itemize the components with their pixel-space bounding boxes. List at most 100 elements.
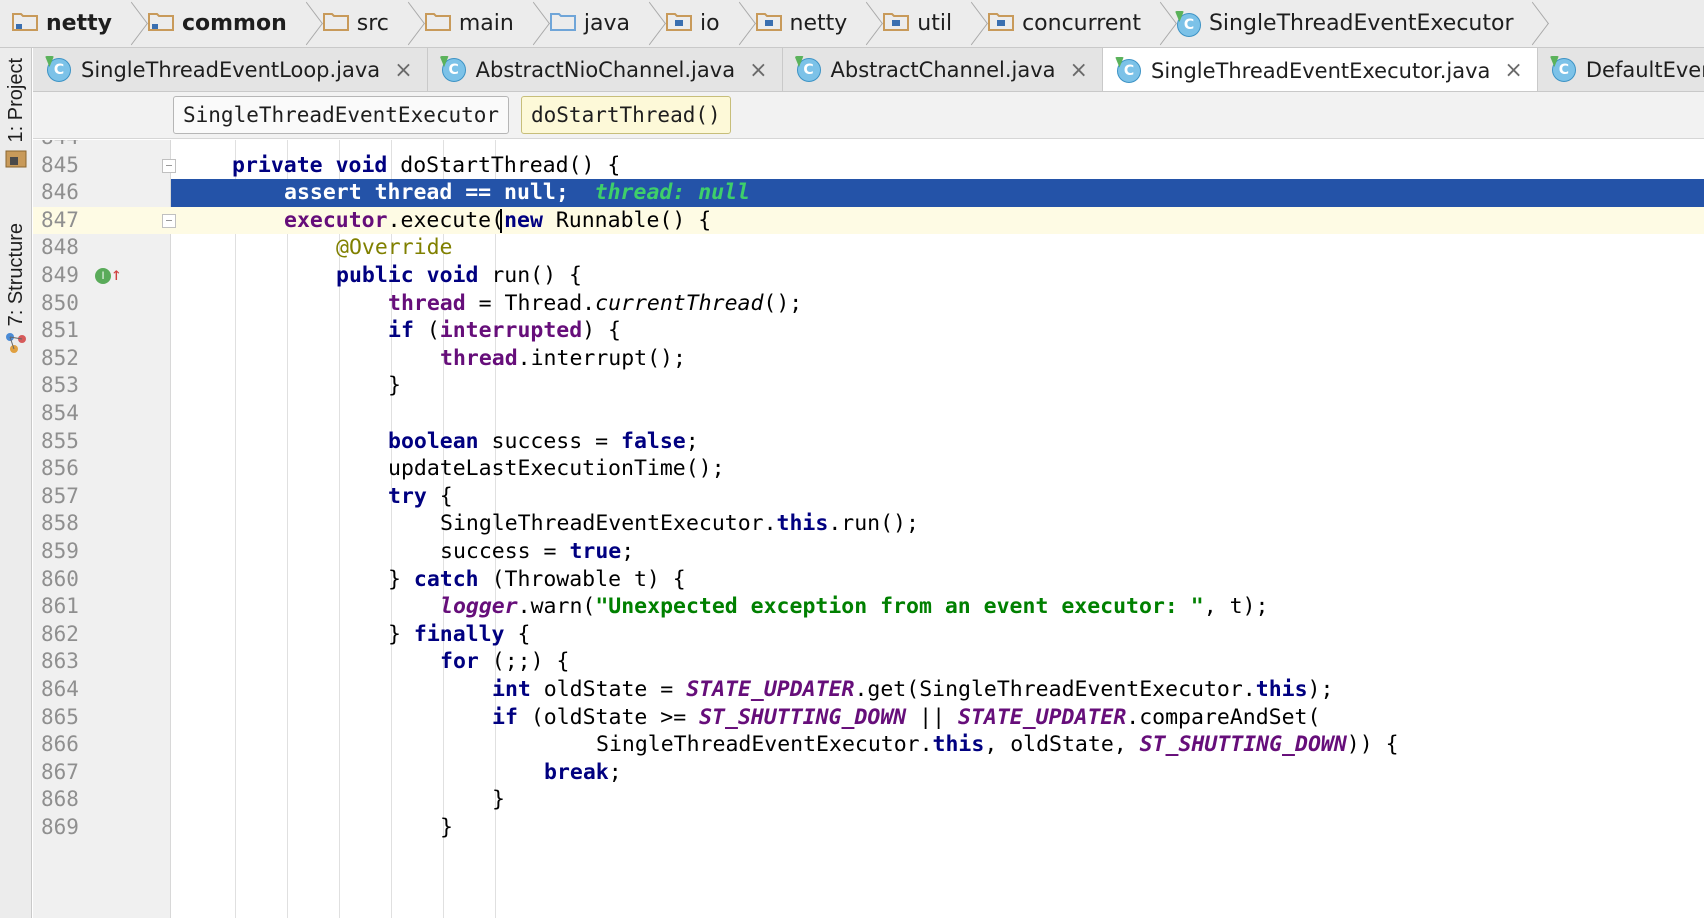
tab-label: DefaultEventExecutor.java bbox=[1585, 58, 1704, 82]
code-token: void bbox=[335, 152, 388, 178]
code-editor[interactable]: 844 845 private void doStartThread() {846… bbox=[33, 140, 1704, 918]
code-line[interactable]: 863 for (;;) { bbox=[33, 648, 1704, 676]
code-line[interactable]: 857 try { bbox=[33, 483, 1704, 511]
code-token: executor bbox=[284, 207, 388, 233]
breadcrumb-item-concurrent[interactable]: concurrent bbox=[976, 0, 1151, 47]
fold-toggle-icon[interactable] bbox=[162, 158, 176, 173]
code-token: } bbox=[492, 787, 505, 813]
code-line[interactable]: 855 boolean success = false; bbox=[33, 428, 1704, 456]
line-number: 861 bbox=[41, 594, 79, 619]
code-token: boolean bbox=[388, 428, 479, 454]
code-line[interactable]: 850 thread = Thread.currentThread(); bbox=[33, 290, 1704, 318]
line-number: 845 bbox=[41, 152, 79, 177]
code-token: Runnable() { bbox=[542, 207, 712, 233]
editor-tab[interactable]: CDefaultEventExecutor.java× bbox=[1538, 48, 1704, 91]
breadcrumb-item-src[interactable]: src bbox=[311, 0, 399, 47]
left-tool-strip: 1: Project 7: Structure bbox=[0, 48, 32, 918]
editor-tab[interactable]: C AbstractChannel.java × bbox=[783, 48, 1103, 91]
source-folder-icon bbox=[549, 11, 576, 37]
breadcrumb-item-common[interactable]: common bbox=[136, 0, 297, 47]
close-tab-icon[interactable]: × bbox=[1070, 58, 1088, 83]
code-line[interactable]: 847 executor.execute(new Runnable() { bbox=[33, 206, 1704, 235]
code-text: assert thread == null; thread: null bbox=[284, 179, 750, 207]
code-text: for (;;) { bbox=[440, 648, 569, 676]
code-line[interactable]: 867 break; bbox=[33, 759, 1704, 787]
code-text: success = true; bbox=[440, 538, 634, 566]
code-token: public bbox=[336, 263, 414, 288]
fold-toggle-icon[interactable] bbox=[162, 213, 176, 228]
breadcrumb-item-netty[interactable]: netty bbox=[744, 0, 858, 47]
breadcrumb-item-util[interactable]: util bbox=[871, 0, 962, 47]
code-line[interactable]: 869} bbox=[33, 814, 1704, 842]
code-line[interactable]: 845 private void doStartThread() { bbox=[33, 152, 1704, 180]
code-line[interactable]: 852 thread.interrupt(); bbox=[33, 345, 1704, 373]
breadcrumb-separator bbox=[730, 0, 744, 47]
code-token: thread bbox=[440, 345, 518, 371]
nav-class-name[interactable]: SingleThreadEventExecutor bbox=[173, 96, 510, 134]
close-tab-icon[interactable]: × bbox=[749, 58, 767, 83]
code-line[interactable]: 860} catch (Throwable t) { bbox=[33, 566, 1704, 594]
code-line[interactable]: 865 if (oldState >= ST_SHUTTING_DOWN || S… bbox=[33, 704, 1704, 732]
implements-method-icon[interactable]: I bbox=[95, 268, 111, 284]
code-token: } bbox=[388, 373, 401, 399]
code-token: (); bbox=[763, 290, 803, 316]
code-line[interactable]: 858 SingleThreadEventExecutor.this.run(); bbox=[33, 510, 1704, 538]
code-line[interactable]: 856 updateLastExecutionTime(); bbox=[33, 455, 1704, 483]
code-token: } bbox=[388, 566, 414, 592]
code-token: .execute( bbox=[387, 207, 505, 233]
code-line[interactable]: 849 public void run() { bbox=[33, 262, 1704, 290]
close-tab-icon[interactable]: × bbox=[1504, 58, 1522, 83]
code-text: SingleThreadEventExecutor.this, oldState… bbox=[596, 731, 1399, 759]
breadcrumb-item-io[interactable]: io bbox=[654, 0, 730, 47]
code-token: interrupted bbox=[439, 318, 583, 344]
line-number: 857 bbox=[41, 483, 79, 508]
breadcrumb-separator bbox=[640, 0, 654, 47]
code-line[interactable]: 859 success = true; bbox=[33, 538, 1704, 566]
code-line[interactable]: 861 logger.warn("Unexpected exception fro… bbox=[33, 593, 1704, 621]
code-line-partial: 844 bbox=[33, 140, 1704, 152]
code-line[interactable]: 862} finally { bbox=[33, 621, 1704, 649]
code-line[interactable]: 864 int oldState = STATE_UPDATER.get(Sing… bbox=[33, 676, 1704, 704]
code-token: } bbox=[388, 621, 414, 647]
line-number: 858 bbox=[41, 511, 79, 536]
package-icon bbox=[755, 11, 782, 37]
code-token: this bbox=[1255, 677, 1308, 702]
code-token: ; bbox=[621, 539, 635, 564]
code-token: doStartThread() { bbox=[387, 152, 621, 178]
breadcrumb-item-netty[interactable]: netty bbox=[0, 0, 122, 47]
structure-tool-tab[interactable]: 7: Structure bbox=[0, 223, 32, 358]
code-line[interactable]: 868} bbox=[33, 786, 1704, 814]
line-number: 855 bbox=[41, 428, 79, 453]
line-number: 851 bbox=[41, 318, 79, 343]
code-line[interactable]: 848 @Override bbox=[33, 234, 1704, 262]
code-line[interactable]: 846 assert thread == null; thread: null bbox=[41, 179, 1704, 207]
editor-tab[interactable]: C SingleThreadEventLoop.java × bbox=[33, 48, 428, 91]
editor-tab[interactable]: C SingleThreadEventExecutor.java × bbox=[1102, 48, 1538, 91]
code-text: public void run() { bbox=[336, 262, 582, 290]
project-tool-tab[interactable]: 1: Project bbox=[0, 58, 32, 172]
code-line[interactable]: 854 bbox=[33, 400, 1704, 428]
close-tab-icon[interactable]: × bbox=[394, 58, 412, 83]
code-token: assert thread == null; bbox=[284, 180, 569, 206]
line-number: 863 bbox=[41, 649, 79, 674]
breadcrumb-item-main[interactable]: main bbox=[413, 0, 524, 47]
code-text: SingleThreadEventExecutor.this.run(); bbox=[440, 510, 919, 538]
code-line[interactable]: 851 if (interrupted) { bbox=[33, 317, 1704, 345]
code-token: true bbox=[569, 539, 622, 564]
code-text: thread.interrupt(); bbox=[440, 345, 686, 373]
editor-tab[interactable]: C AbstractNioChannel.java × bbox=[428, 48, 783, 91]
code-text: private void doStartThread() { bbox=[232, 152, 620, 180]
code-token: "Unexpected exception from an event exec… bbox=[595, 594, 1204, 620]
code-line[interactable]: 866 SingleThreadEventExecutor.this, oldSt… bbox=[33, 731, 1704, 759]
breadcrumb-item-singlethreadeventexecutor[interactable]: C SingleThreadEventExecutor bbox=[1165, 0, 1524, 47]
code-token: || bbox=[906, 704, 958, 730]
nav-method-name[interactable]: doStartThread() bbox=[521, 96, 731, 134]
breadcrumb-item-java[interactable]: java bbox=[538, 0, 640, 47]
line-number: 868 bbox=[41, 787, 79, 812]
code-token: int bbox=[492, 677, 531, 702]
code-token: ( bbox=[413, 318, 440, 344]
code-line[interactable]: 853} bbox=[33, 372, 1704, 400]
line-number: 853 bbox=[41, 373, 79, 398]
up-arrow-icon: ↑ bbox=[111, 264, 122, 285]
